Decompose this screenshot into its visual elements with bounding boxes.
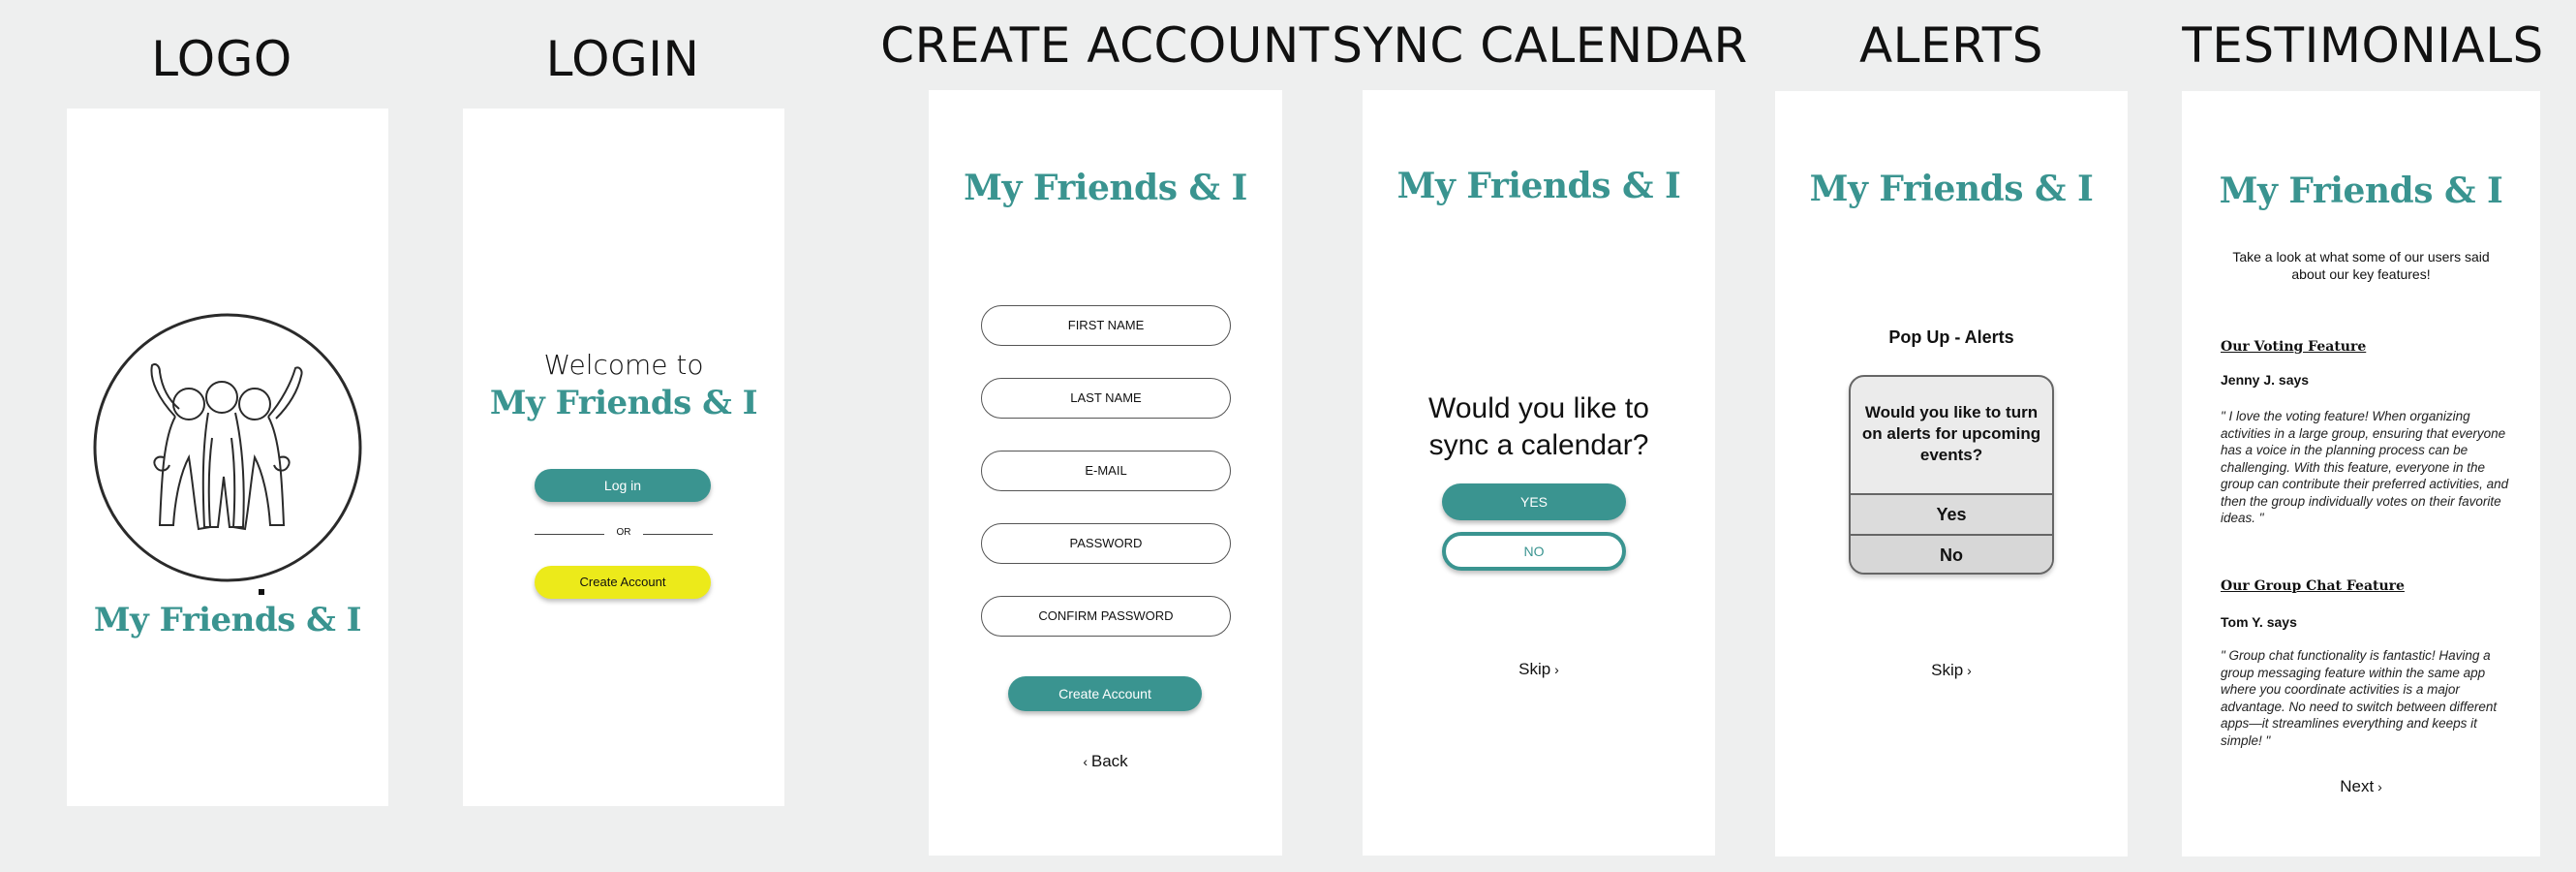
title-testimonials: TESTIMONIALS	[2182, 17, 2544, 74]
chevron-right-icon: ›	[2374, 779, 2382, 794]
back-link[interactable]: ‹ Back	[929, 752, 1282, 771]
marker-dot	[259, 589, 264, 595]
alerts-dialog-text: Would you like to turn on alerts for upc…	[1861, 403, 2041, 464]
alerts-no-button[interactable]: No	[1851, 534, 2052, 573]
sync-no-button[interactable]: NO	[1442, 532, 1626, 571]
login-button[interactable]: Log in	[535, 469, 711, 502]
next-link[interactable]: Next ›	[2182, 777, 2540, 796]
submit-create-account-button[interactable]: Create Account	[1008, 676, 1202, 711]
title-alerts: ALERTS	[1858, 17, 2044, 74]
feature-heading-voting: Our Voting Feature	[2221, 339, 2367, 355]
email-field[interactable]: E-MAIL	[981, 451, 1231, 491]
quote-voting: " I love the voting feature! When organi…	[2221, 409, 2509, 525]
title-sync-calendar: SYNC CALENDAR	[1332, 17, 1748, 74]
testimonials-intro: Take a look at what some of our users sa…	[2232, 249, 2490, 282]
brand-create: My Friends & I	[964, 168, 1247, 208]
screen-logo: My Friends & I	[67, 109, 388, 806]
welcome-text: Welcome to	[543, 349, 704, 381]
alerts-dialog: Would you like to turn on alerts for upc…	[1849, 375, 2054, 575]
skip-label: Skip	[1518, 660, 1551, 678]
screen-alerts: My Friends & I Pop Up - Alerts Would you…	[1775, 91, 2128, 856]
password-field[interactable]: PASSWORD	[981, 523, 1231, 564]
sync-question: Would you like to sync a calendar?	[1428, 392, 1649, 461]
create-account-button[interactable]: Create Account	[535, 566, 711, 599]
brand-alerts: My Friends & I	[1809, 169, 2094, 209]
brand-sync: My Friends & I	[1396, 166, 1681, 206]
chevron-left-icon: ‹	[1083, 754, 1091, 769]
brand-login: My Friends & I	[489, 384, 758, 422]
brand-logo-text: My Friends & I	[93, 601, 362, 639]
alerts-heading: Pop Up - Alerts	[1888, 327, 2014, 347]
author-tom: Tom Y. says	[2221, 614, 2297, 630]
chevron-right-icon: ›	[1550, 662, 1559, 677]
last-name-field[interactable]: LAST NAME	[981, 378, 1231, 419]
chevron-right-icon: ›	[1963, 663, 1972, 678]
screen-testimonials: My Friends & I Take a look at what some …	[2182, 91, 2540, 856]
skip-label: Skip	[1931, 661, 1964, 679]
next-label: Next	[2340, 777, 2375, 795]
title-logo: LOGO	[151, 31, 292, 87]
feature-heading-group-chat: Our Group Chat Feature	[2221, 578, 2405, 594]
sync-yes-button[interactable]: YES	[1442, 483, 1626, 520]
first-name-field[interactable]: FIRST NAME	[981, 305, 1231, 346]
back-label: Back	[1090, 752, 1128, 770]
title-login: LOGIN	[545, 31, 700, 87]
divider-right	[643, 534, 713, 535]
quote-group-chat: " Group chat functionality is fantastic!…	[2221, 648, 2498, 748]
alerts-yes-button[interactable]: Yes	[1851, 493, 2052, 536]
screen-login: Welcome to My Friends & I Log in OR Crea…	[463, 109, 784, 806]
screen-sync-calendar: My Friends & I Would you like to sync a …	[1363, 90, 1715, 856]
screen-create-account: My Friends & I FIRST NAME LAST NAME E-MA…	[929, 90, 1282, 856]
friends-logo-icon	[93, 313, 362, 582]
or-text: OR	[616, 527, 631, 538]
title-create-account: CREATE ACCOUNT	[880, 17, 1330, 74]
sync-skip-link[interactable]: Skip ›	[1363, 660, 1715, 679]
confirm-password-field[interactable]: CONFIRM PASSWORD	[981, 596, 1231, 637]
brand-testimonials: My Friends & I	[2219, 171, 2503, 211]
author-jenny: Jenny J. says	[2221, 372, 2310, 388]
alerts-skip-link[interactable]: Skip ›	[1775, 661, 2128, 680]
